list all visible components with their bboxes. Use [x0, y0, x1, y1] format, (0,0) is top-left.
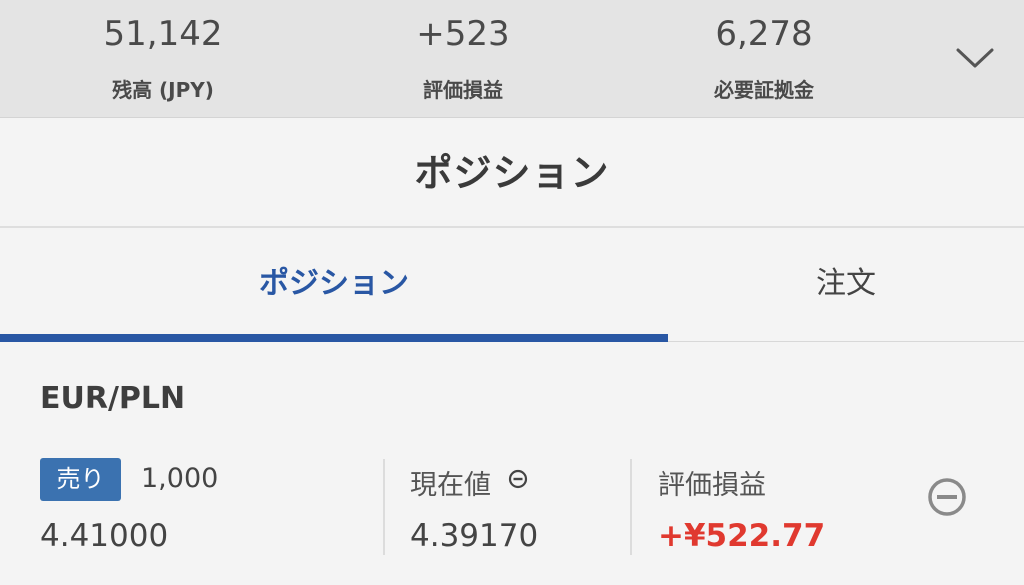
tab-orders-label: 注文: [816, 266, 876, 301]
tab-positions[interactable]: ポジション: [0, 230, 668, 342]
balance-label: 残高 (JPY): [112, 78, 214, 102]
tab-orders[interactable]: 注文: [668, 230, 1024, 342]
margin-label: 必要証拠金: [714, 78, 814, 102]
unrealized-pl-label: 評価損益: [423, 78, 503, 102]
active-tab-indicator: [0, 334, 668, 342]
position-pl-label: 評価損益: [658, 470, 766, 501]
account-summary-bar: 51,142 残高 (JPY) +523 評価損益 6,278 必要証拠金: [0, 0, 1024, 118]
margin-value: 6,278: [715, 14, 813, 54]
column-divider: [630, 459, 632, 555]
position-quantity: 1,000: [141, 463, 219, 494]
page-header: ポジション: [0, 118, 1024, 228]
balance-value: 51,142: [103, 14, 223, 54]
side-badge: 売り: [40, 458, 121, 501]
tab-positions-label: ポジション: [259, 266, 409, 301]
chevron-down-icon[interactable]: [954, 44, 996, 72]
current-price-value: 4.39170: [410, 518, 539, 554]
unrealized-pl-value: +523: [416, 14, 510, 54]
currency-pair: EUR/PLN: [40, 381, 186, 416]
position-card[interactable]: EUR/PLN 売り 1,000 4.41000 現在値 4.39170 評価損…: [0, 343, 1024, 585]
current-price-label: 現在値: [410, 470, 491, 501]
position-pl-value: +¥522.77: [658, 518, 826, 554]
tab-bar: ポジション 注文: [0, 230, 1024, 342]
minus-circle-icon[interactable]: [926, 476, 968, 518]
open-price: 4.41000: [40, 518, 169, 554]
minus-circle-small-icon: [508, 469, 528, 489]
page-title: ポジション: [414, 151, 610, 195]
column-divider: [383, 459, 385, 555]
